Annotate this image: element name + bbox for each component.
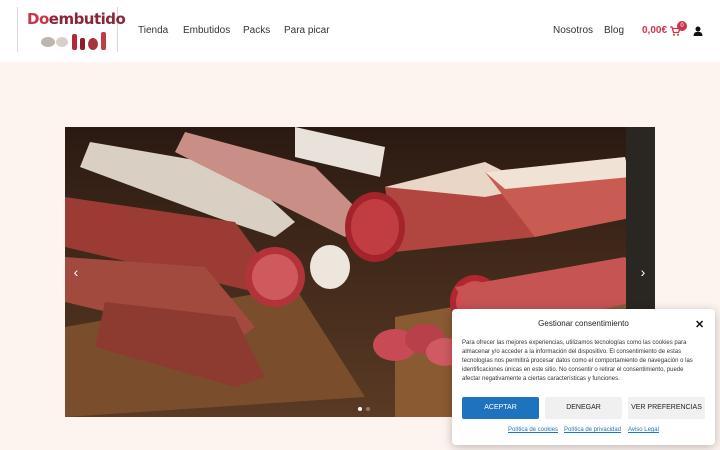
- nav-nosotros[interactable]: Nosotros: [553, 25, 593, 36]
- close-icon[interactable]: ✕: [695, 318, 704, 331]
- nav-embutidos[interactable]: Embutidos: [183, 25, 230, 36]
- logo-suffix: embutido: [48, 10, 126, 28]
- slider-next-arrow-icon[interactable]: ›: [636, 264, 650, 280]
- accept-button[interactable]: ACEPTAR: [462, 397, 539, 419]
- nav-blog[interactable]: Blog: [604, 25, 624, 36]
- site-logo[interactable]: Doembutido: [17, 7, 126, 52]
- legal-notice-link[interactable]: Aviso Legal: [628, 427, 659, 433]
- user-account-icon[interactable]: [693, 26, 703, 36]
- consent-body: Para ofrecer las mejores experiencias, u…: [462, 340, 693, 382]
- site-header: Doembutido Tienda Embutidos Packs Para p…: [0, 0, 720, 62]
- deny-button[interactable]: DENEGAR: [545, 397, 622, 419]
- preferences-button[interactable]: VER PREFERENCIAS: [628, 397, 705, 419]
- cart-count-badge: 0: [677, 21, 687, 31]
- sausage-logo-icon: [41, 32, 106, 50]
- nav-packs[interactable]: Packs: [243, 25, 270, 36]
- logo-text: Doembutido: [27, 10, 126, 28]
- nav-tienda[interactable]: Tienda: [138, 25, 168, 36]
- cookie-policy-link[interactable]: Política de cookies: [508, 427, 558, 433]
- cookie-consent-dialog: Gestionar consentimiento ✕ Para ofrecer …: [452, 309, 715, 445]
- consent-title: Gestionar consentimiento: [538, 319, 629, 328]
- privacy-policy-link[interactable]: Política de privacidad: [564, 427, 621, 433]
- logo-prefix: Do: [27, 10, 49, 28]
- cart-total[interactable]: 0,00€: [642, 25, 667, 36]
- nav-para-picar[interactable]: Para picar: [284, 25, 330, 36]
- slider-prev-arrow-icon[interactable]: ‹: [69, 264, 83, 280]
